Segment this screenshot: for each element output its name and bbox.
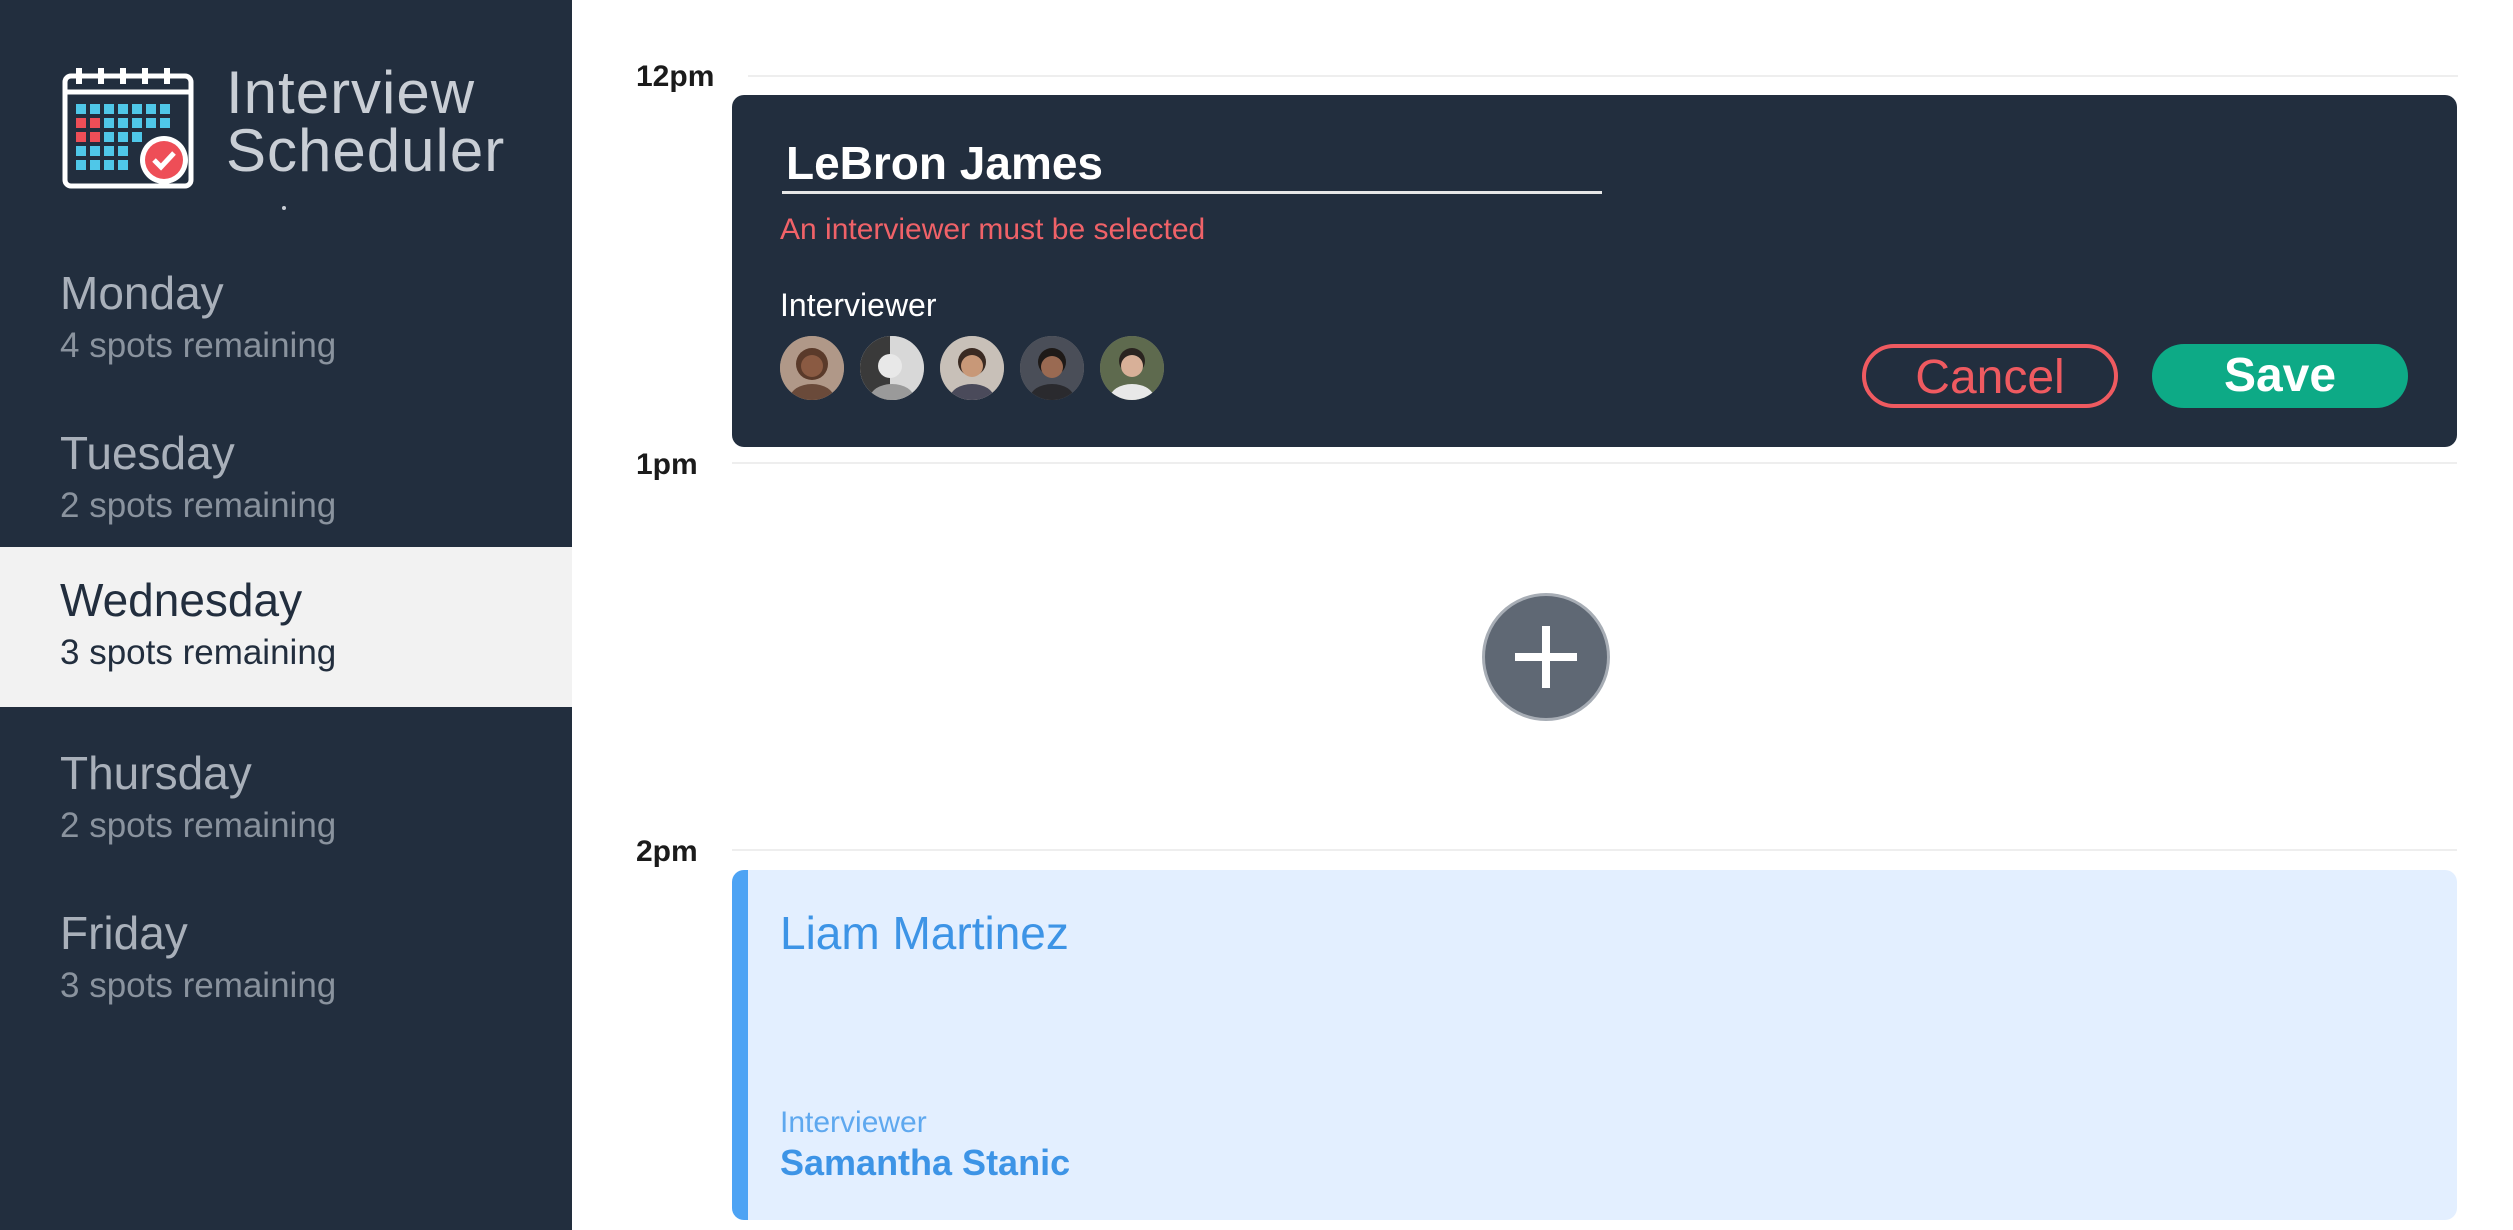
appointment-accent-bar — [732, 870, 748, 1220]
time-label-1pm: 1pm — [636, 448, 698, 481]
time-divider — [732, 462, 2457, 464]
day-spots: 3 spots remaining — [60, 633, 337, 672]
calendar-logo-icon — [62, 68, 194, 189]
time-divider — [732, 849, 2457, 851]
interviewer-label: Interviewer — [780, 287, 937, 323]
app-title-line1: Interview — [226, 59, 476, 126]
add-appointment-button[interactable] — [1482, 593, 1610, 721]
day-item-wednesday[interactable]: Wednesday 3 spots remaining — [0, 547, 572, 707]
day-name: Tuesday — [60, 427, 235, 479]
day-name: Monday — [60, 267, 224, 319]
avatar-photo-icon — [1020, 336, 1084, 400]
day-spots: 2 spots remaining — [60, 486, 337, 525]
avatar-photo-icon — [1100, 336, 1164, 400]
avatar-photo-icon — [860, 336, 924, 400]
day-name: Wednesday — [60, 574, 303, 626]
avatar-photo-icon — [780, 336, 844, 400]
appointment-interviewer-name: Samantha Stanic — [780, 1142, 1071, 1183]
interviewer-avatar-5[interactable] — [1100, 336, 1164, 400]
day-item-monday[interactable]: Monday 4 spots remaining — [0, 240, 572, 400]
cancel-button[interactable]: Cancel — [1862, 344, 2118, 408]
sidebar: Interview Scheduler Monday 4 spots remai… — [0, 0, 572, 1230]
time-divider — [748, 75, 2458, 77]
day-name: Friday — [60, 907, 188, 959]
avatar-photo-icon — [940, 336, 1004, 400]
day-item-friday[interactable]: Friday 3 spots remaining — [0, 880, 572, 1040]
appointment-interviewer-label: Interviewer — [780, 1106, 927, 1139]
title-divider-dot — [282, 206, 286, 210]
interviewer-avatar-3[interactable] — [940, 336, 1004, 400]
day-spots: 4 spots remaining — [60, 326, 337, 365]
day-item-tuesday[interactable]: Tuesday 2 spots remaining — [0, 400, 572, 560]
interviewer-avatar-2[interactable] — [860, 336, 924, 400]
day-spots: 2 spots remaining — [60, 806, 337, 845]
interviewer-avatar-4[interactable] — [1020, 336, 1084, 400]
time-label-12pm: 12pm — [636, 60, 715, 93]
appointment-form: An interviewer must be selected Intervie… — [732, 95, 2457, 447]
appointment-card[interactable]: Liam Martinez Interviewer Samantha Stani… — [732, 870, 2457, 1220]
time-label-2pm: 2pm — [636, 835, 698, 868]
app-title: Interview Scheduler — [226, 59, 506, 184]
student-name-input[interactable] — [782, 135, 1602, 194]
validation-error: An interviewer must be selected — [780, 213, 1206, 246]
day-item-thursday[interactable]: Thursday 2 spots remaining — [0, 720, 572, 880]
day-name: Thursday — [60, 747, 252, 799]
appointment-student-name: Liam Martinez — [780, 907, 1069, 959]
app-title-line2: Scheduler — [226, 117, 506, 184]
save-button[interactable]: Save — [2152, 344, 2408, 408]
day-spots: 3 spots remaining — [60, 966, 337, 1005]
interviewer-avatar-1[interactable] — [780, 336, 844, 400]
